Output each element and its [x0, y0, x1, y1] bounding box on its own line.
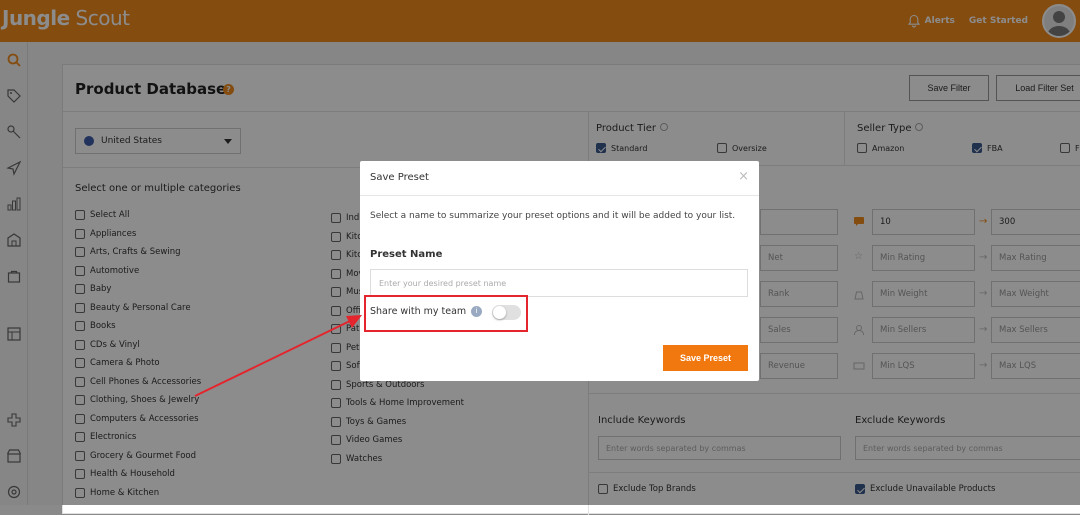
annotation-arrow [194, 315, 362, 397]
